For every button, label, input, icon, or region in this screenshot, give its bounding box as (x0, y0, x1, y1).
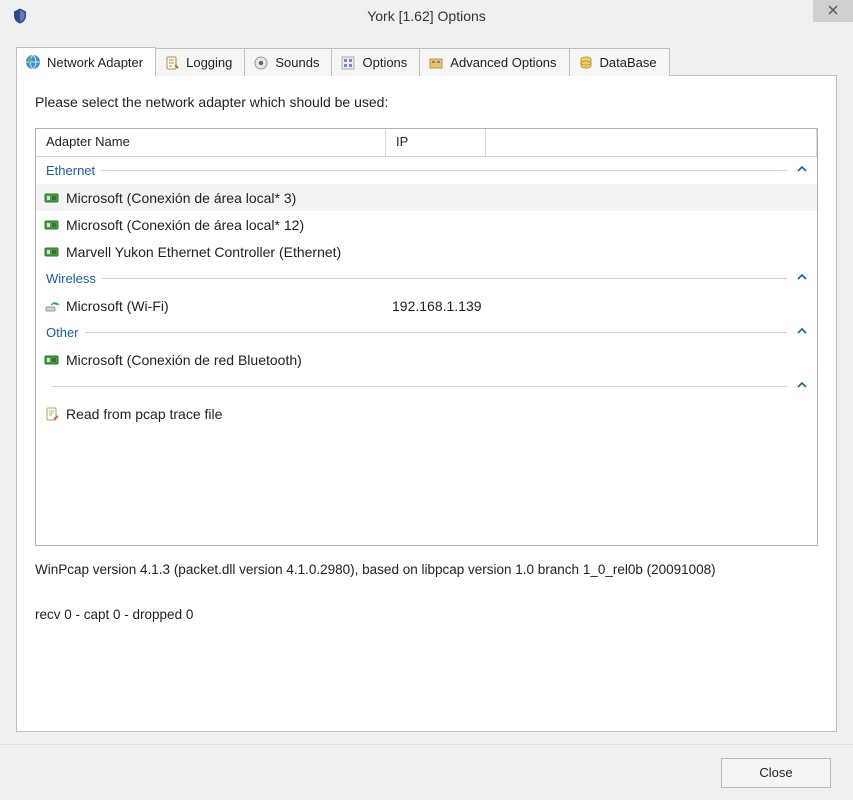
adapter-row[interactable]: Read from pcap trace file (36, 400, 817, 427)
instruction-text: Please select the network adapter which … (35, 94, 818, 110)
tab-logging[interactable]: Logging (155, 48, 245, 76)
nic-icon (42, 218, 62, 232)
chevron-up-icon (787, 272, 807, 285)
adapter-row[interactable]: Microsoft (Wi-Fi) 192.168.1.139 (36, 292, 817, 319)
adapter-row[interactable]: Marvell Yukon Ethernet Controller (Ether… (36, 238, 817, 265)
group-header-wireless[interactable]: Wireless (36, 265, 817, 292)
column-header-name[interactable]: Adapter Name (36, 129, 386, 156)
group-divider (52, 386, 787, 387)
tab-options[interactable]: Options (331, 48, 420, 76)
button-bar: Close (0, 744, 853, 800)
titlebar: York [1.62] Options (0, 0, 853, 32)
adapter-list: Adapter Name IP Ethernet Microso (35, 128, 818, 546)
group-divider (101, 170, 787, 171)
tab-label: Network Adapter (47, 55, 143, 70)
adapter-name: Microsoft (Conexión de red Bluetooth) (62, 352, 386, 368)
options-window: York [1.62] Options Network Adapter Logg… (0, 0, 853, 800)
tab-label: Advanced Options (450, 55, 556, 70)
group-header-ethernet[interactable]: Ethernet (36, 157, 817, 184)
group-label: Wireless (46, 271, 102, 286)
chevron-up-icon (787, 380, 807, 393)
close-button[interactable]: Close (721, 758, 831, 788)
adapter-row[interactable]: Microsoft (Conexión de área local* 3) (36, 184, 817, 211)
window-close-button[interactable] (813, 0, 853, 22)
chevron-up-icon (787, 326, 807, 339)
sound-icon (253, 55, 269, 71)
column-header-ip[interactable]: IP (386, 129, 486, 156)
window-title: York [1.62] Options (0, 8, 853, 24)
button-label: Close (759, 765, 792, 780)
tab-label: DataBase (600, 55, 657, 70)
adapter-row[interactable]: Microsoft (Conexión de área local* 12) (36, 211, 817, 238)
content-area: Network Adapter Logging Sounds Options (0, 32, 853, 744)
group-divider (102, 278, 787, 279)
group-label: Ethernet (46, 163, 101, 178)
adapter-row[interactable]: Microsoft (Conexión de red Bluetooth) (36, 346, 817, 373)
group-header-unnamed[interactable] (36, 373, 817, 400)
group-header-other[interactable]: Other (36, 319, 817, 346)
database-icon (578, 55, 594, 71)
advanced-icon (428, 55, 444, 71)
tab-database[interactable]: DataBase (569, 48, 670, 76)
column-header-empty (486, 129, 817, 156)
app-icon (10, 6, 30, 26)
close-icon (828, 4, 838, 18)
tab-advanced-options[interactable]: Advanced Options (419, 48, 569, 76)
wifi-icon (42, 299, 62, 313)
adapter-name: Microsoft (Conexión de área local* 12) (62, 217, 386, 233)
file-icon (42, 407, 62, 421)
adapter-name: Marvell Yukon Ethernet Controller (Ether… (62, 244, 386, 260)
adapter-list-header: Adapter Name IP (36, 129, 817, 157)
winpcap-version-text: WinPcap version 4.1.3 (packet.dll versio… (35, 562, 818, 577)
adapter-name: Read from pcap trace file (62, 406, 386, 422)
tab-label: Options (362, 55, 407, 70)
group-label: Other (46, 325, 85, 340)
globe-icon (25, 54, 41, 70)
options-icon (340, 55, 356, 71)
tab-sounds[interactable]: Sounds (244, 48, 332, 76)
capture-stats-text: recv 0 - capt 0 - dropped 0 (35, 607, 818, 622)
log-icon (164, 55, 180, 71)
chevron-up-icon (787, 164, 807, 177)
nic-icon (42, 245, 62, 259)
tab-label: Logging (186, 55, 232, 70)
nic-icon (42, 353, 62, 367)
tab-label: Sounds (275, 55, 319, 70)
adapter-ip: 192.168.1.139 (386, 298, 482, 314)
tab-strip: Network Adapter Logging Sounds Options (16, 46, 837, 76)
adapter-name: Microsoft (Wi-Fi) (62, 298, 386, 314)
adapter-name: Microsoft (Conexión de área local* 3) (62, 190, 386, 206)
tab-network-adapter[interactable]: Network Adapter (16, 47, 156, 77)
nic-icon (42, 191, 62, 205)
group-divider (85, 332, 787, 333)
tab-panel: Please select the network adapter which … (16, 75, 837, 732)
